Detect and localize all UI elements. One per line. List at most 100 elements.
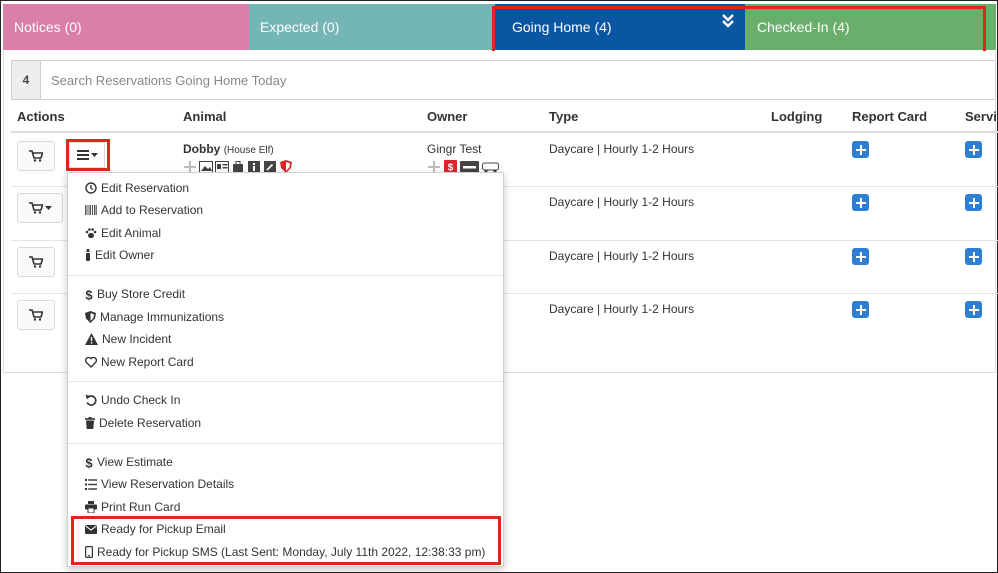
- menu-item-label: New Incident: [102, 332, 172, 346]
- add-report-card-button[interactable]: [852, 194, 869, 211]
- plus-icon: [855, 197, 866, 208]
- column-header-services[interactable]: Servic: [965, 109, 998, 124]
- cart-button[interactable]: [17, 247, 55, 277]
- reservation-type: Daycare | Hourly 1-2 Hours: [549, 142, 695, 156]
- reservation-type: Daycare | Hourly 1-2 Hours: [549, 302, 695, 316]
- cart-button[interactable]: [17, 300, 55, 330]
- column-header-actions: Actions: [17, 109, 65, 124]
- menu-item-print-run-card[interactable]: Print Run Card: [85, 500, 180, 514]
- menu-item-new-report-card[interactable]: New Report Card: [85, 355, 194, 369]
- menu-item-label: Edit Animal: [101, 226, 162, 240]
- table-header-divider: [11, 131, 998, 133]
- add-report-card-button[interactable]: [852, 301, 869, 318]
- cart-icon: [29, 309, 43, 321]
- add-service-button[interactable]: [965, 141, 982, 158]
- print-icon: [85, 501, 97, 513]
- menu-item-edit-animal[interactable]: Edit Animal: [85, 226, 161, 240]
- plus-icon: [968, 144, 979, 155]
- plus-icon: [855, 251, 866, 262]
- reservation-type: Daycare | Hourly 1-2 Hours: [549, 249, 695, 263]
- tab-label: Going Home (4): [512, 19, 612, 35]
- highlight-box-pickup-notifications: [71, 516, 501, 565]
- reservation-type: Daycare | Hourly 1-2 Hours: [549, 195, 695, 209]
- add-service-button[interactable]: [965, 248, 982, 265]
- tab-notices[interactable]: Notices (0): [3, 4, 249, 50]
- menu-divider: [68, 381, 503, 382]
- cart-icon: [29, 256, 43, 268]
- warning-icon: [85, 333, 98, 345]
- cart-button[interactable]: [17, 141, 55, 171]
- shield-icon: [85, 311, 96, 323]
- menu-item-label: New Report Card: [101, 355, 194, 369]
- reservation-actions-menu: Edit Reservation Add to Reservation Edit…: [67, 172, 504, 567]
- tab-expected[interactable]: Expected (0): [249, 4, 495, 50]
- add-report-card-button[interactable]: [852, 248, 869, 265]
- add-report-card-button[interactable]: [852, 141, 869, 158]
- animal-name[interactable]: Dobby (House Elf): [183, 142, 274, 156]
- status-tabs: Notices (0) Expected (0) Going Home (4) …: [3, 4, 996, 50]
- menu-item-label: View Reservation Details: [101, 477, 235, 491]
- column-header-lodging[interactable]: Lodging: [771, 109, 822, 124]
- cart-icon: [29, 150, 43, 162]
- menu-item-edit-reservation[interactable]: Edit Reservation: [85, 181, 189, 195]
- add-service-button[interactable]: [965, 301, 982, 318]
- dollar-icon: $: [85, 288, 93, 301]
- plus-icon: [968, 304, 979, 315]
- menu-item-view-reservation-details[interactable]: View Reservation Details: [85, 477, 234, 491]
- animal-name-text: Dobby: [183, 142, 221, 156]
- column-header-owner[interactable]: Owner: [427, 109, 467, 124]
- menu-item-undo-check-in[interactable]: Undo Check In: [85, 393, 180, 407]
- column-header-type[interactable]: Type: [549, 109, 578, 124]
- menu-item-new-incident[interactable]: New Incident: [85, 332, 171, 346]
- search-input[interactable]: [41, 62, 995, 98]
- dollar-icon: $: [85, 456, 93, 469]
- menu-item-edit-owner[interactable]: Edit Owner: [85, 248, 154, 262]
- menu-item-label: Edit Reservation: [101, 181, 190, 195]
- clock-icon: [85, 182, 97, 194]
- heart-icon: [85, 356, 97, 368]
- tab-label: Checked-In (4): [757, 19, 850, 35]
- menu-item-label: Buy Store Credit: [97, 287, 186, 301]
- menu-divider: [68, 443, 503, 444]
- menu-item-label: Add to Reservation: [101, 203, 204, 217]
- plus-icon: [855, 304, 866, 315]
- double-chevron-down-icon[interactable]: [721, 13, 735, 29]
- cart-icon: [28, 202, 43, 214]
- menu-item-manage-immunizations[interactable]: Manage Immunizations: [85, 310, 224, 324]
- trash-icon: [85, 417, 95, 429]
- paw-icon: [85, 228, 97, 239]
- menu-item-label: Edit Owner: [95, 248, 155, 262]
- plus-icon: [855, 144, 866, 155]
- list-icon: [85, 478, 97, 490]
- menu-item-label: Delete Reservation: [99, 416, 202, 430]
- tab-label: Expected (0): [260, 19, 340, 35]
- menu-item-view-estimate[interactable]: $ View Estimate: [85, 455, 173, 469]
- menu-item-delete-reservation[interactable]: Delete Reservation: [85, 416, 201, 430]
- menu-item-buy-store-credit[interactable]: $ Buy Store Credit: [85, 287, 185, 301]
- reservation-count-badge: 4: [12, 61, 41, 99]
- tab-checked-in[interactable]: Checked-In (4): [745, 4, 996, 50]
- column-header-report-card[interactable]: Report Card: [852, 109, 927, 124]
- caret-down-icon: [44, 206, 52, 210]
- menu-item-label: View Estimate: [97, 455, 173, 469]
- animal-breed: (House Elf): [223, 145, 274, 156]
- svg-text:$: $: [85, 456, 93, 469]
- undo-icon: [85, 394, 97, 406]
- menu-item-label: Print Run Card: [101, 500, 181, 514]
- person-icon: [86, 249, 90, 261]
- search-bar: 4: [11, 60, 996, 100]
- menu-item-label: Undo Check In: [101, 393, 181, 407]
- plus-icon: [968, 197, 979, 208]
- menu-divider: [68, 275, 503, 276]
- svg-text:$: $: [85, 288, 93, 301]
- plus-icon: [968, 251, 979, 262]
- tab-going-home[interactable]: Going Home (4): [495, 4, 745, 50]
- cart-dropdown-button[interactable]: [17, 193, 63, 223]
- owner-name[interactable]: Gingr Test: [427, 142, 481, 156]
- menu-item-add-to-reservation[interactable]: Add to Reservation: [85, 203, 203, 217]
- add-service-button[interactable]: [965, 194, 982, 211]
- menu-item-label: Manage Immunizations: [100, 310, 225, 324]
- column-header-animal[interactable]: Animal: [183, 109, 226, 124]
- tab-label: Notices (0): [14, 19, 82, 35]
- barcode-icon: [85, 205, 97, 215]
